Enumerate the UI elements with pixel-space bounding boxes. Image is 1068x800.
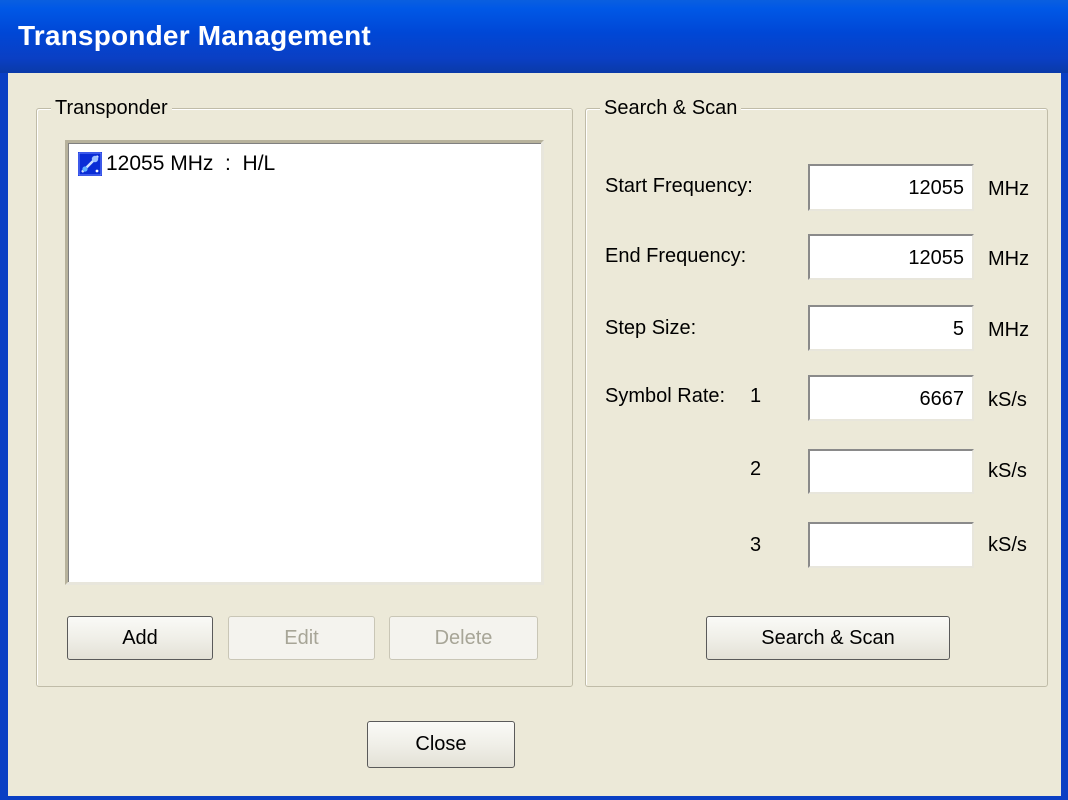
close-button[interactable]: Close [367,721,515,768]
step-size-label: Step Size: [605,317,697,339]
symbol-rate-3-index: 3 [750,534,762,556]
search-scan-group-label: Search & Scan [600,95,742,121]
symbol-rate-1-field[interactable] [808,375,974,421]
list-item[interactable]: 12055 MHz : H/L [78,152,275,176]
transponder-group-label: Transponder [51,95,172,121]
add-button[interactable]: Add [67,616,213,660]
start-frequency-field[interactable] [808,164,974,211]
title-bar: Transponder Management [0,0,1068,73]
transponder-list[interactable]: 12055 MHz : H/L [65,140,544,585]
satellite-icon [78,152,102,176]
symbol-rate-2-index: 2 [750,458,762,480]
end-frequency-unit: MHz [988,248,1030,270]
symbol-rate-1-index: 1 [750,385,762,407]
window-frame-left [0,73,8,800]
symbol-rate-2-unit: kS/s [988,460,1027,482]
window-frame-right [1061,73,1068,800]
list-item-label: 12055 MHz : H/L [106,152,276,175]
window-frame-bottom [0,796,1068,800]
symbol-rate-1-unit: kS/s [988,389,1027,411]
window-title: Transponder Management [18,20,371,51]
edit-button[interactable]: Edit [228,616,375,660]
symbol-rate-label: Symbol Rate: [605,385,726,407]
start-frequency-label: Start Frequency: [605,175,753,197]
symbol-rate-2-field[interactable] [808,449,974,494]
step-size-field[interactable] [808,305,974,351]
end-frequency-field[interactable] [808,234,974,280]
end-frequency-label: End Frequency: [605,245,747,267]
symbol-rate-3-unit: kS/s [988,534,1027,556]
step-size-unit: MHz [988,319,1030,341]
start-frequency-unit: MHz [988,178,1030,200]
symbol-rate-3-field[interactable] [808,522,974,568]
delete-button[interactable]: Delete [389,616,538,660]
search-scan-button[interactable]: Search & Scan [706,616,950,660]
